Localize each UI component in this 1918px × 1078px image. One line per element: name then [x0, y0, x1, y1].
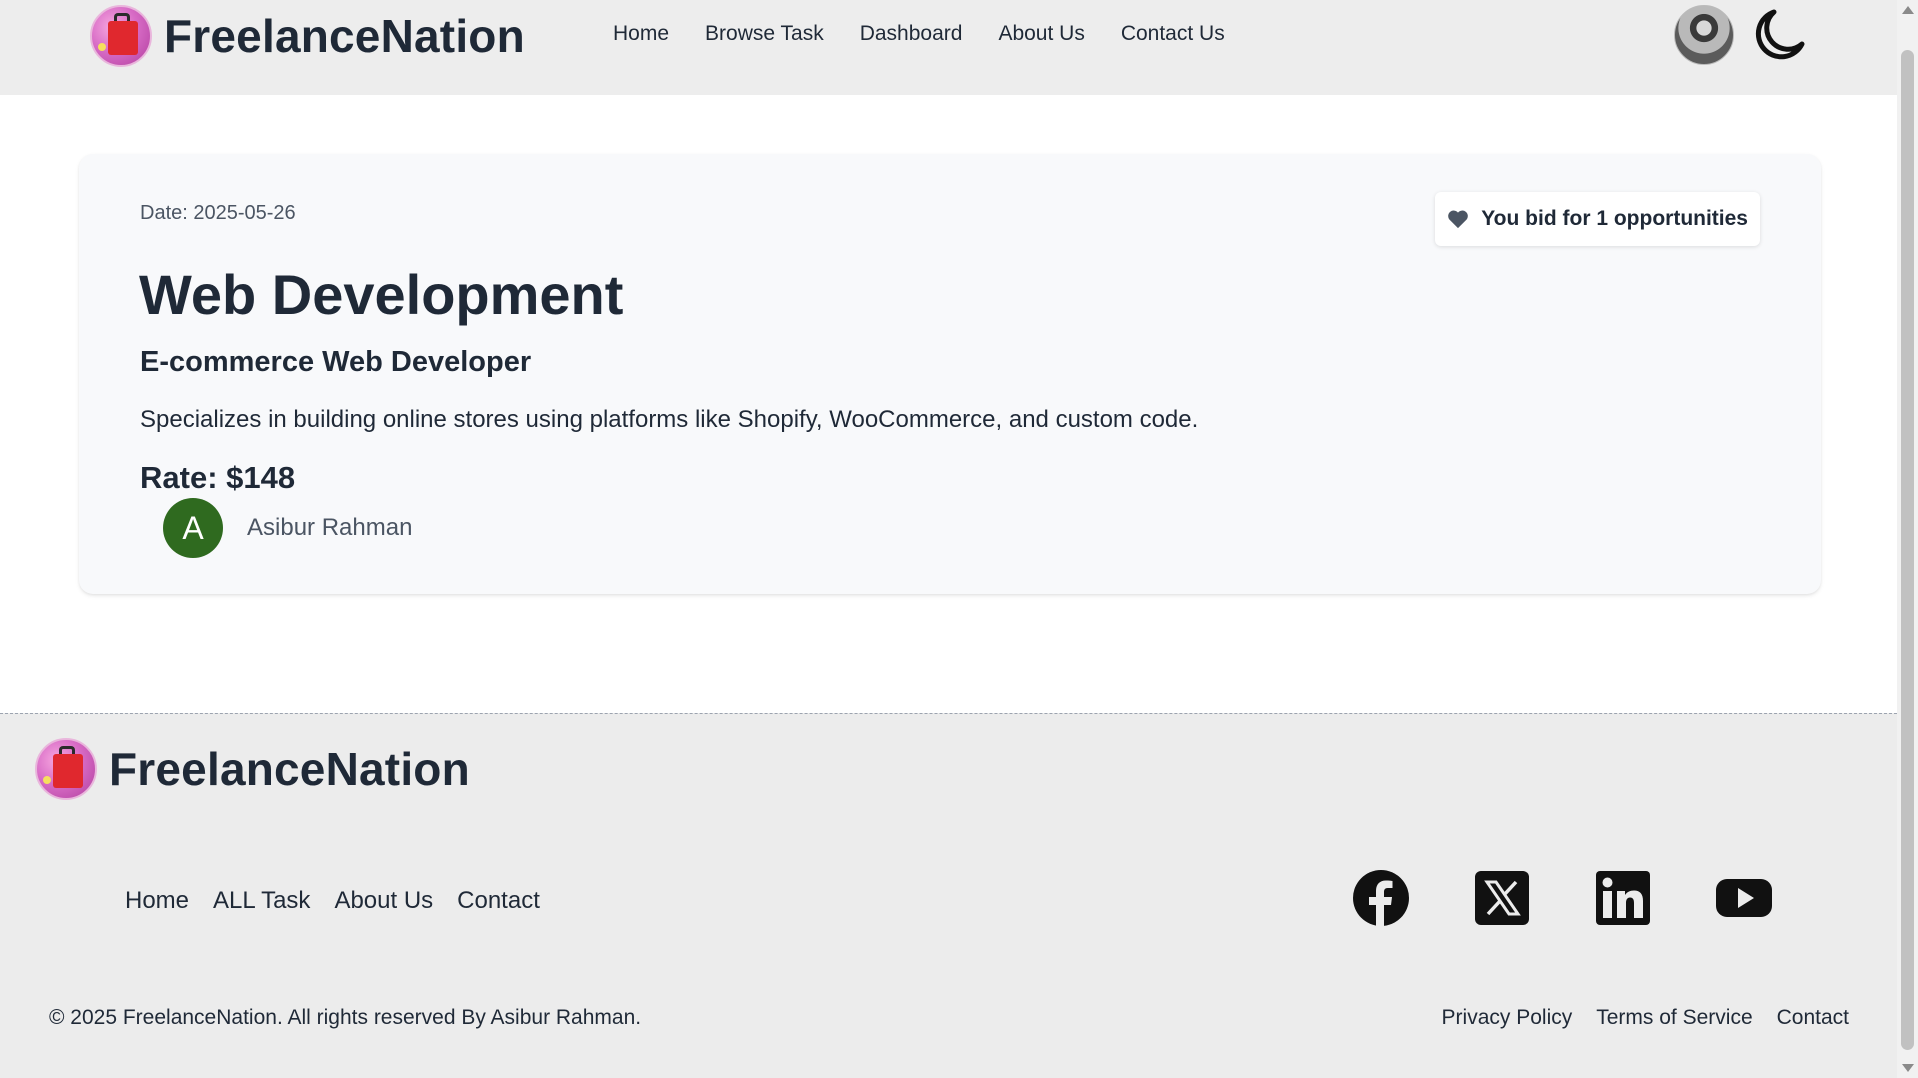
moon-icon[interactable] — [1752, 8, 1806, 62]
brand[interactable]: FreelanceNation — [90, 5, 525, 67]
owner-name: Asibur Rahman — [247, 514, 413, 541]
bid-count-label: You bid for 1 opportunities — [1481, 207, 1748, 230]
footer-brand[interactable]: FreelanceNation — [35, 738, 470, 800]
facebook-icon[interactable] — [1352, 869, 1410, 927]
nav-browse-task[interactable]: Browse Task — [705, 22, 824, 46]
main-nav: Home Browse Task Dashboard About Us Cont… — [613, 22, 1225, 46]
footer-link-home[interactable]: Home — [125, 887, 189, 915]
footer-nav: Home ALL Task About Us Contact — [125, 887, 540, 915]
task-card: Date: 2025-05-26 You bid for 1 opportuni… — [79, 154, 1821, 594]
legal-contact-link[interactable]: Contact — [1777, 1006, 1849, 1030]
task-date: Date: 2025-05-26 — [140, 202, 296, 224]
bid-count-badge[interactable]: You bid for 1 opportunities — [1435, 192, 1760, 246]
site-header: FreelanceNation Home Browse Task Dashboa… — [0, 0, 1897, 95]
scroll-down-icon[interactable] — [1902, 1064, 1914, 1072]
task-rate: Rate: $148 — [140, 460, 296, 495]
heart-icon — [1448, 210, 1469, 229]
user-avatar[interactable] — [1674, 5, 1734, 65]
terms-of-service-link[interactable]: Terms of Service — [1596, 1006, 1752, 1030]
logo-icon — [35, 738, 97, 800]
owner-avatar: A — [163, 498, 223, 558]
footer-link-all-task[interactable]: ALL Task — [213, 887, 310, 915]
scroll-up-icon[interactable] — [1902, 6, 1914, 14]
footer-link-about-us[interactable]: About Us — [334, 887, 433, 915]
nav-home[interactable]: Home — [613, 22, 669, 46]
social-links — [1352, 869, 1773, 927]
task-description: Specializes in building online stores us… — [140, 406, 1199, 433]
legal-links: Privacy Policy Terms of Service Contact — [1442, 1006, 1849, 1030]
task-title: E-commerce Web Developer — [140, 346, 532, 378]
nav-dashboard[interactable]: Dashboard — [860, 22, 963, 46]
youtube-icon[interactable] — [1715, 869, 1773, 927]
task-category: Web Development — [139, 263, 624, 326]
page-scrollbar[interactable] — [1897, 0, 1918, 1078]
footer-link-contact[interactable]: Contact — [457, 887, 540, 915]
copyright-text: © 2025 FreelanceNation. All rights reser… — [49, 1006, 642, 1029]
linkedin-icon[interactable] — [1594, 869, 1652, 927]
x-icon[interactable] — [1473, 869, 1531, 927]
logo-icon — [90, 5, 152, 67]
brand-name: FreelanceNation — [164, 10, 525, 62]
footer-brand-name: FreelanceNation — [109, 743, 470, 795]
privacy-policy-link[interactable]: Privacy Policy — [1442, 1006, 1573, 1030]
scroll-thumb[interactable] — [1901, 50, 1914, 1050]
nav-contact-us[interactable]: Contact Us — [1121, 22, 1225, 46]
site-footer: FreelanceNation Home ALL Task About Us C… — [0, 713, 1897, 1078]
nav-about-us[interactable]: About Us — [998, 22, 1084, 46]
